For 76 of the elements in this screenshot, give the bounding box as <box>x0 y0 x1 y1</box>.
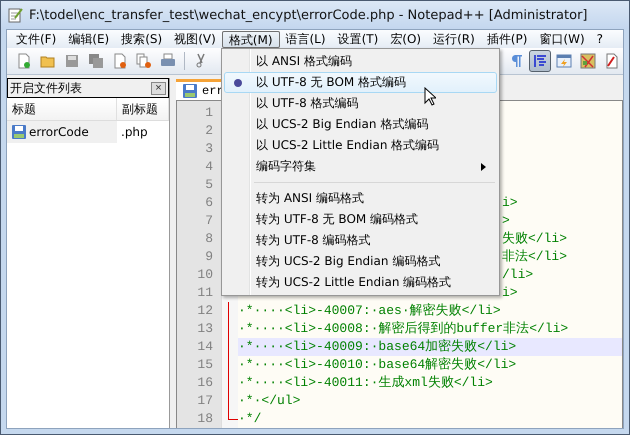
menu-item[interactable]: 搜索(S) <box>115 30 168 48</box>
code-line: ·*····<li>-40010:·base64解密失败</li> <box>238 356 516 374</box>
menu-option[interactable]: 以 UCS-2 Little Endian 格式编码 <box>224 135 497 156</box>
line-number: 6 <box>204 194 214 212</box>
code-line: > <box>502 212 510 230</box>
menu-option[interactable]: 编码字符集 <box>224 156 497 177</box>
menu-item[interactable]: ? <box>590 30 609 48</box>
submenu-arrow-icon <box>481 162 486 170</box>
file-extension-cell-text: .php <box>120 125 149 139</box>
code-line: i> <box>502 284 518 302</box>
column-header[interactable]: 标题 <box>7 98 117 120</box>
code-line: ·*····<li>-40009:·base64加密失败</li> <box>238 338 516 356</box>
menu-option[interactable]: 以 UTF-8 无 BOM 格式编码 <box>224 72 497 93</box>
close-file-icon[interactable] <box>112 53 128 69</box>
column-header[interactable]: 副标题 <box>117 98 169 120</box>
line-number: 12 <box>196 302 214 320</box>
line-number: 18 <box>196 410 214 428</box>
menu-item[interactable]: 文件(F) <box>10 30 62 48</box>
printer-icon[interactable] <box>160 53 176 69</box>
line-number: 3 <box>204 140 214 158</box>
line-number: 15 <box>196 356 214 374</box>
toolbar-button[interactable] <box>529 50 551 72</box>
menu-item[interactable]: 运行(R) <box>427 30 481 48</box>
code-line: ·*····<li>-40008:·解密后得到的buffer非法</li> <box>238 320 568 338</box>
menu-option[interactable]: 转为 UCS-2 Little Endian 编码格式 <box>224 272 497 293</box>
code-line: ·*·</ul> <box>238 392 300 410</box>
menu-item[interactable]: 语言(L) <box>280 30 332 48</box>
line-number: 16 <box>196 374 214 392</box>
menu-option[interactable]: 转为 UTF-8 编码格式 <box>224 230 497 251</box>
notepad-icon <box>7 7 23 23</box>
panel-title: 开启文件列表 <box>10 80 82 96</box>
line-number: 11 <box>196 284 214 302</box>
radio-dot-icon <box>234 78 242 86</box>
menu-option[interactable]: 转为 UCS-2 Big Endian 编码格式 <box>224 251 497 272</box>
document-icon <box>604 53 620 69</box>
menu-option[interactable]: 以 UCS-2 Big Endian 格式编码 <box>224 114 497 135</box>
line-number: 8 <box>204 230 214 248</box>
map-icon <box>580 53 596 69</box>
line-number: 7 <box>204 212 214 230</box>
line-number: 10 <box>196 266 214 284</box>
menu-item[interactable]: 格式(M) <box>222 30 280 48</box>
line-number: 17 <box>196 392 214 410</box>
line-number: 1 <box>204 104 214 122</box>
line-number: 9 <box>204 248 214 266</box>
menu-item[interactable]: 插件(P) <box>480 30 534 48</box>
menu-item[interactable]: 视图(V) <box>168 30 222 48</box>
code-line: ·*····<li>-40011:·生成xml失败</li> <box>238 374 493 392</box>
code-line: /li> <box>502 266 534 284</box>
line-number: 2 <box>204 122 214 140</box>
save-icon[interactable] <box>64 53 80 69</box>
file-name-cell[interactable]: errorCode <box>7 121 117 143</box>
menu-item[interactable]: 设置(T) <box>332 30 384 48</box>
code-line: ·*/ <box>238 410 262 428</box>
new-file-icon[interactable] <box>16 53 32 69</box>
line-number: 5 <box>204 176 214 194</box>
code-line: 非法</li> <box>502 248 568 266</box>
window-title: F:\todel\enc_transfer_test\wechat_encypt\errorCode.php - Notepad++ [Administrator] <box>29 8 588 22</box>
line-number: 4 <box>204 158 214 176</box>
menu-item[interactable]: 编辑(E) <box>62 30 116 48</box>
code-line: ·*····<li>-40007:·aes·解密失败</li> <box>238 302 501 320</box>
window-icon <box>556 53 572 69</box>
line-number: 14 <box>196 338 214 356</box>
close-button[interactable]: × <box>151 82 166 94</box>
save-all-icon[interactable] <box>88 53 104 69</box>
mouse-cursor-icon <box>424 87 436 106</box>
menu-option[interactable]: 转为 UTF-8 无 BOM 编码格式 <box>224 209 497 230</box>
save-icon <box>11 124 27 140</box>
menu-item[interactable]: 窗口(W) <box>533 30 591 48</box>
indent-guide-icon <box>532 53 548 69</box>
line-number: 13 <box>196 320 214 338</box>
menu-item[interactable]: 宏(O) <box>384 30 428 48</box>
close-all-icon[interactable] <box>136 53 152 69</box>
code-line: i> <box>502 194 518 212</box>
save-icon <box>182 83 198 99</box>
menu-option[interactable]: 转为 ANSI 编码格式 <box>224 188 497 209</box>
code-line: 失败</li> <box>502 230 568 248</box>
